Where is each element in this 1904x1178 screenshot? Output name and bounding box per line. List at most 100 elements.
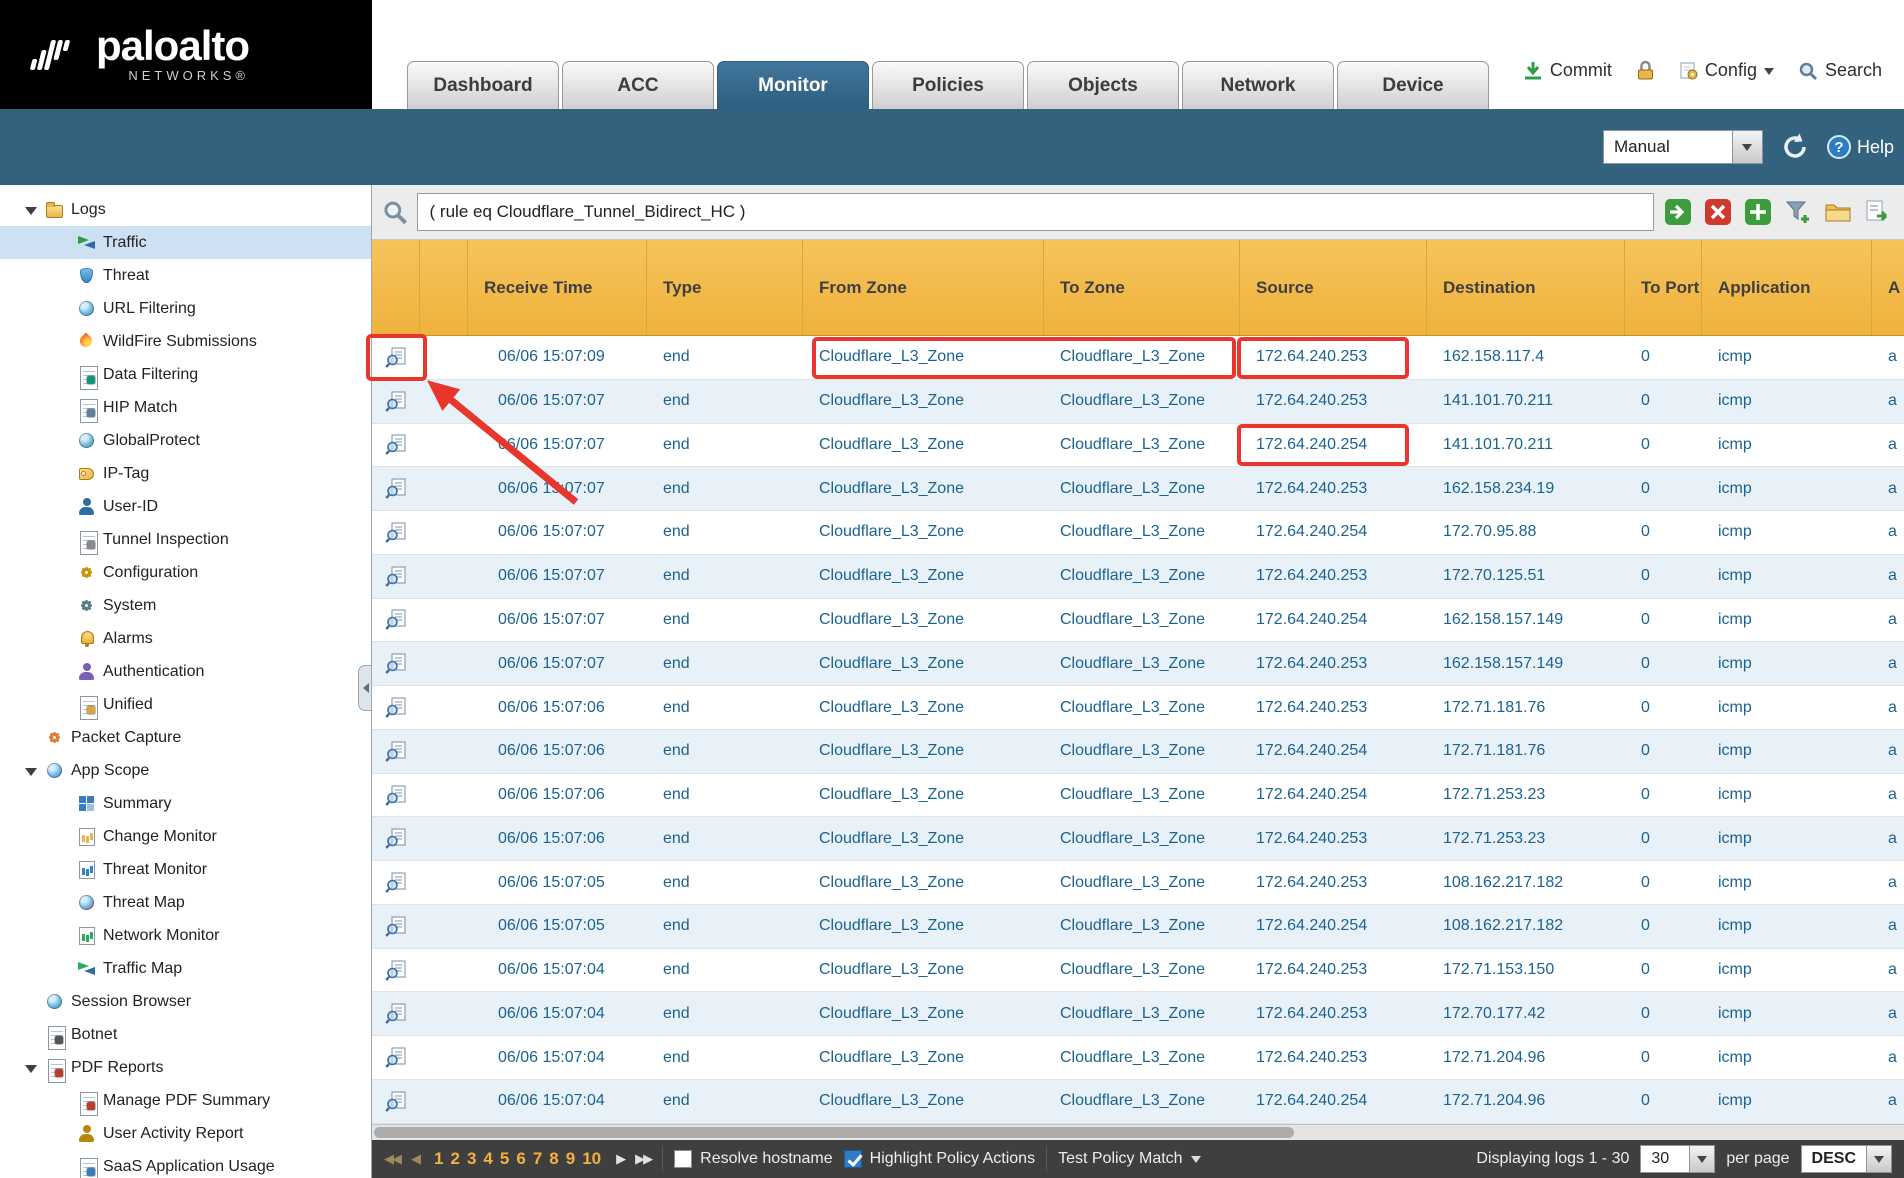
cell-link-from-zone[interactable]: Cloudflare_L3_Zone	[819, 1092, 964, 1109]
cell-type[interactable]: end	[647, 961, 803, 979]
cell-link-application[interactable]: icmp	[1718, 699, 1752, 716]
cell-to-zone[interactable]: Cloudflare_L3_Zone	[1044, 523, 1240, 541]
cell-receive-time[interactable]: 06/06 15:07:07	[468, 392, 647, 410]
save-filter-button[interactable]	[1782, 196, 1814, 228]
refresh-icon[interactable]	[1779, 131, 1811, 163]
search-button[interactable]: Search	[1798, 60, 1882, 81]
cell-application[interactable]: icmp	[1702, 874, 1872, 892]
apply-filter-button[interactable]	[1662, 196, 1694, 228]
cell-to-port[interactable]: 0	[1625, 611, 1702, 629]
cell-link-destination[interactable]: 108.162.217.182	[1443, 874, 1563, 891]
cell-application[interactable]: icmp	[1702, 786, 1872, 804]
cell-source[interactable]: 172.64.240.253	[1240, 392, 1427, 410]
cell-link-to-zone[interactable]: Cloudflare_L3_Zone	[1060, 1005, 1205, 1022]
sidebar-item-configuration[interactable]: Configuration	[0, 556, 371, 589]
cell-link-receive-time[interactable]: 06/06 15:07:06	[498, 786, 605, 803]
sidebar-item-tunnel-inspection[interactable]: Tunnel Inspection	[0, 523, 371, 556]
cell-link-to-port[interactable]: 0	[1641, 655, 1650, 672]
add-filter-button[interactable]	[1742, 196, 1774, 228]
cell-application[interactable]: icmp	[1702, 611, 1872, 629]
cell-receive-time[interactable]: 06/06 15:07:06	[468, 742, 647, 760]
cell-from-zone[interactable]: Cloudflare_L3_Zone	[803, 874, 1044, 892]
cell-action[interactable]: a	[1872, 961, 1904, 979]
log-detail-button[interactable]	[372, 609, 420, 630]
sidebar-item-summary[interactable]: Summary	[0, 787, 371, 820]
cell-link-action[interactable]: a	[1888, 436, 1897, 453]
column-header-from-zone[interactable]: From Zone	[803, 240, 1044, 335]
cell-destination[interactable]: 172.71.153.150	[1427, 961, 1625, 979]
per-page-arrow-button[interactable]	[1690, 1145, 1715, 1173]
cell-type[interactable]: end	[647, 786, 803, 804]
cell-to-zone[interactable]: Cloudflare_L3_Zone	[1044, 1005, 1240, 1023]
cell-to-zone[interactable]: Cloudflare_L3_Zone	[1044, 917, 1240, 935]
cell-link-receive-time[interactable]: 06/06 15:07:07	[498, 480, 605, 497]
cell-application[interactable]: icmp	[1702, 742, 1872, 760]
cell-destination[interactable]: 108.162.217.182	[1427, 874, 1625, 892]
cell-link-type[interactable]: end	[663, 961, 690, 978]
cell-link-application[interactable]: icmp	[1718, 961, 1752, 978]
cell-to-port[interactable]: 0	[1625, 348, 1702, 366]
cell-destination[interactable]: 141.101.70.211	[1427, 436, 1625, 454]
sidebar-item-user-id[interactable]: User-ID	[0, 490, 371, 523]
refresh-interval-arrow-button[interactable]	[1733, 130, 1763, 164]
cell-link-type[interactable]: end	[663, 348, 690, 365]
cell-link-source[interactable]: 172.64.240.253	[1256, 961, 1367, 978]
column-header-to-zone[interactable]: To Zone	[1044, 240, 1240, 335]
cell-link-receive-time[interactable]: 06/06 15:07:06	[498, 699, 605, 716]
cell-destination[interactable]: 108.162.217.182	[1427, 917, 1625, 935]
cell-destination[interactable]: 172.71.253.23	[1427, 786, 1625, 804]
cell-link-to-zone[interactable]: Cloudflare_L3_Zone	[1060, 567, 1205, 584]
cell-link-to-port[interactable]: 0	[1641, 436, 1650, 453]
cell-link-action[interactable]: a	[1888, 1005, 1897, 1022]
cell-link-source[interactable]: 172.64.240.253	[1256, 567, 1367, 584]
cell-destination[interactable]: 172.71.181.76	[1427, 699, 1625, 717]
cell-application[interactable]: icmp	[1702, 655, 1872, 673]
cell-type[interactable]: end	[647, 742, 803, 760]
cell-to-zone[interactable]: Cloudflare_L3_Zone	[1044, 1092, 1240, 1110]
cell-to-zone[interactable]: Cloudflare_L3_Zone	[1044, 830, 1240, 848]
cell-source[interactable]: 172.64.240.254	[1240, 742, 1427, 760]
cell-link-source[interactable]: 172.64.240.253	[1256, 392, 1367, 409]
cell-from-zone[interactable]: Cloudflare_L3_Zone	[803, 436, 1044, 454]
cell-application[interactable]: icmp	[1702, 1092, 1872, 1110]
cell-from-zone[interactable]: Cloudflare_L3_Zone	[803, 1005, 1044, 1023]
cell-link-to-zone[interactable]: Cloudflare_L3_Zone	[1060, 523, 1205, 540]
tree-expander-icon[interactable]	[24, 202, 38, 218]
cell-link-to-port[interactable]: 0	[1641, 699, 1650, 716]
cell-link-receive-time[interactable]: 06/06 15:07:07	[498, 611, 605, 628]
clear-filter-button[interactable]	[1702, 196, 1734, 228]
cell-link-action[interactable]: a	[1888, 611, 1897, 628]
cell-type[interactable]: end	[647, 699, 803, 717]
cell-link-receive-time[interactable]: 06/06 15:07:07	[498, 392, 605, 409]
cell-link-type[interactable]: end	[663, 1092, 690, 1109]
cell-action[interactable]: a	[1872, 611, 1904, 629]
cell-link-type[interactable]: end	[663, 742, 690, 759]
cell-from-zone[interactable]: Cloudflare_L3_Zone	[803, 961, 1044, 979]
tab-objects[interactable]: Objects	[1027, 61, 1179, 109]
cell-link-to-port[interactable]: 0	[1641, 392, 1650, 409]
cell-link-application[interactable]: icmp	[1718, 567, 1752, 584]
cell-link-to-port[interactable]: 0	[1641, 480, 1650, 497]
cell-link-application[interactable]: icmp	[1718, 874, 1752, 891]
cell-link-to-zone[interactable]: Cloudflare_L3_Zone	[1060, 699, 1205, 716]
cell-link-source[interactable]: 172.64.240.254	[1256, 1092, 1367, 1109]
cell-action[interactable]: a	[1872, 567, 1904, 585]
cell-link-from-zone[interactable]: Cloudflare_L3_Zone	[819, 436, 964, 453]
cell-link-destination[interactable]: 162.158.234.19	[1443, 480, 1554, 497]
cell-link-source[interactable]: 172.64.240.253	[1256, 480, 1367, 497]
test-policy-match-dropdown[interactable]: Test Policy Match	[1058, 1150, 1200, 1168]
sidebar-item-system[interactable]: System	[0, 589, 371, 622]
cell-link-source[interactable]: 172.64.240.253	[1256, 655, 1367, 672]
cell-link-action[interactable]: a	[1888, 348, 1897, 365]
cell-to-port[interactable]: 0	[1625, 480, 1702, 498]
cell-to-port[interactable]: 0	[1625, 961, 1702, 979]
cell-link-action[interactable]: a	[1888, 392, 1897, 409]
cell-from-zone[interactable]: Cloudflare_L3_Zone	[803, 1049, 1044, 1067]
cell-link-from-zone[interactable]: Cloudflare_L3_Zone	[819, 523, 964, 540]
page-number-8[interactable]: 8	[549, 1149, 558, 1169]
tab-policies[interactable]: Policies	[872, 61, 1024, 109]
column-header-type[interactable]: Type	[647, 240, 803, 335]
cell-source[interactable]: 172.64.240.253	[1240, 830, 1427, 848]
cell-receive-time[interactable]: 06/06 15:07:09	[468, 348, 647, 366]
cell-link-type[interactable]: end	[663, 1005, 690, 1022]
